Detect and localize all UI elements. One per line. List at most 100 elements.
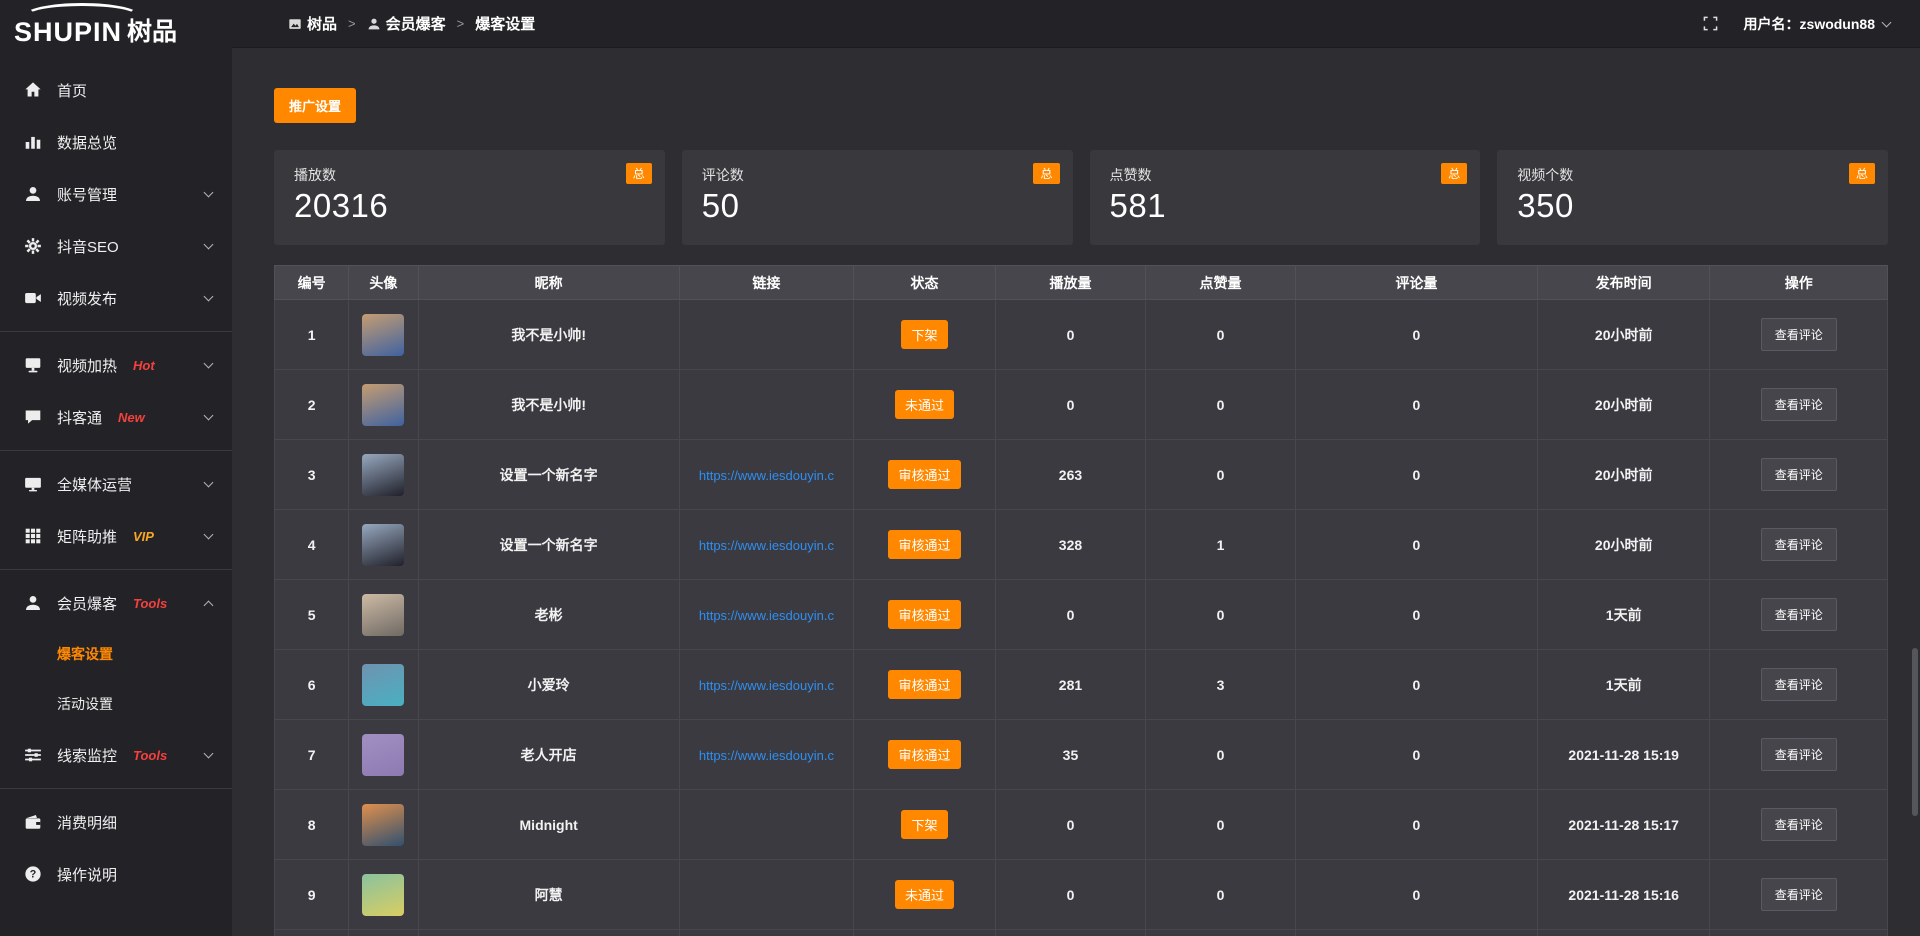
breadcrumb-item-member[interactable]: 会员爆客 (367, 13, 446, 34)
cell-plays: 35 (995, 720, 1145, 790)
avatar (362, 384, 404, 426)
cell-time: 20小时前 (1537, 510, 1710, 580)
sidebar-item-media-operation[interactable]: 全媒体运营 (0, 458, 232, 510)
stat-card-label: 点赞数 (1110, 165, 1461, 185)
promo-settings-button[interactable]: 推广设置 (274, 88, 356, 123)
cell-nickname: 我不是小帅! (418, 300, 679, 370)
sidebar-item-operation-guide[interactable]: ?操作说明 (0, 848, 232, 900)
cell-likes: 1 (1145, 510, 1295, 580)
cell-nickname: 老人开店 (418, 720, 679, 790)
username-display[interactable]: 用户名：zswodun88 (1744, 14, 1875, 34)
status-badge[interactable]: 审核通过 (888, 670, 960, 699)
cell-avatar (349, 720, 418, 790)
sidebar-divider (0, 331, 232, 332)
status-badge[interactable]: 未通过 (895, 880, 954, 909)
cell-status: 审核通过 (854, 510, 996, 580)
app-logo: SHUPIN 树品 (0, 0, 232, 50)
breadcrumb-item-shupin[interactable]: 树品 (288, 13, 337, 34)
cell-action: 查看评论 (1710, 650, 1888, 720)
sidebar-item-account-manage[interactable]: 账号管理 (0, 168, 232, 220)
stat-card-value: 581 (1110, 187, 1461, 225)
table-row: 7老人开店https://www.iesdouyin.c审核通过35002021… (275, 720, 1888, 790)
sidebar-item-label: 会员爆客 (57, 593, 117, 614)
view-comments-button[interactable]: 查看评论 (1761, 878, 1837, 911)
sidebar-item-label: 账号管理 (57, 184, 117, 205)
view-comments-button[interactable]: 查看评论 (1761, 528, 1837, 561)
cell-action: 查看评论 (1710, 300, 1888, 370)
sidebar-item-consume-detail[interactable]: 消费明细 (0, 796, 232, 848)
sidebar: SHUPIN 树品 首页数据总览账号管理抖音SEO 视频发布视频加热Hot抖客通N… (0, 0, 232, 936)
svg-text:?: ? (30, 869, 37, 881)
stat-card-3: 点赞数581总 (1090, 150, 1481, 245)
stat-card-value: 50 (702, 187, 1053, 225)
table-header-row: 编号头像昵称链接状态播放量点赞量评论量发布时间操作 (275, 266, 1888, 300)
column-header: 播放量 (995, 266, 1145, 300)
view-comments-button[interactable]: 查看评论 (1761, 668, 1837, 701)
breadcrumb-label: 树品 (307, 13, 337, 34)
chevron-down-icon[interactable] (1882, 17, 1892, 27)
cell-comments: 0 (1295, 440, 1537, 510)
cell-link (679, 370, 853, 440)
sidebar-item-douketong[interactable]: 抖客通New (0, 391, 232, 443)
cell-plays: 0 (995, 370, 1145, 440)
status-badge[interactable]: 审核通过 (888, 600, 960, 629)
stat-card-4: 视频个数350总 (1497, 150, 1888, 245)
scrollbar-thumb[interactable] (1912, 648, 1918, 816)
sidebar-item-video-heat[interactable]: 视频加热Hot (0, 339, 232, 391)
view-comments-button[interactable]: 查看评论 (1761, 458, 1837, 491)
stat-card-label: 视频个数 (1517, 165, 1868, 185)
video-link[interactable]: https://www.iesdouyin.c (699, 468, 834, 483)
breadcrumb-label: 会员爆客 (386, 13, 446, 34)
sidebar-item-douyin-seo[interactable]: 抖音SEO (0, 220, 232, 272)
status-badge[interactable]: 未通过 (895, 390, 954, 419)
cell-status: 审核通过 (854, 440, 996, 510)
column-header: 链接 (679, 266, 853, 300)
view-comments-button[interactable]: 查看评论 (1761, 598, 1837, 631)
view-comments-button[interactable]: 查看评论 (1761, 388, 1837, 421)
stat-card-1: 播放数20316总 (274, 150, 665, 245)
fullscreen-icon[interactable] (1703, 16, 1718, 31)
sidebar-item-member-baoke[interactable]: 会员爆客 Tools (0, 577, 232, 629)
video-link[interactable]: https://www.iesdouyin.c (699, 678, 834, 693)
status-badge[interactable]: 审核通过 (888, 740, 960, 769)
status-badge[interactable]: 审核通过 (888, 530, 960, 559)
cell-action: 查看评论 (1710, 790, 1888, 860)
sidebar-subitem-baoke-settings[interactable]: 爆客设置 (0, 629, 232, 679)
breadcrumb-item-current: 爆客设置 (475, 13, 535, 34)
status-badge[interactable]: 审核通过 (888, 460, 960, 489)
cell-link (679, 300, 853, 370)
view-comments-button[interactable]: 查看评论 (1761, 318, 1837, 351)
sidebar-subitem-activity-settings[interactable]: 活动设置 (0, 679, 232, 729)
sidebar-item-clue-monitor[interactable]: 线索监控Tools (0, 729, 232, 781)
status-badge[interactable]: 下架 (901, 810, 947, 839)
sidebar-item-label: 矩阵助推 (57, 526, 117, 547)
cell-likes (1145, 930, 1295, 936)
cell-id: 3 (275, 440, 349, 510)
video-link[interactable]: https://www.iesdouyin.c (699, 748, 834, 763)
cell-nickname: 小爱玲 (418, 650, 679, 720)
sidebar-item-home[interactable]: 首页 (0, 64, 232, 116)
cell-action: 查看评论 (1710, 370, 1888, 440)
user-icon (24, 185, 42, 203)
column-header: 点赞量 (1145, 266, 1295, 300)
breadcrumb: 树品 > 会员爆客 > 爆客设置 (288, 13, 535, 34)
sidebar-item-label: 视频发布 (57, 288, 117, 309)
comment-icon (24, 408, 42, 426)
video-link[interactable]: https://www.iesdouyin.c (699, 538, 834, 553)
sidebar-item-badge: Tools (133, 596, 167, 611)
view-comments-button[interactable]: 查看评论 (1761, 738, 1837, 771)
cell-action: 查看评论 (1710, 580, 1888, 650)
view-comments-button[interactable]: 查看评论 (1761, 808, 1837, 841)
cell-comments (1295, 930, 1537, 936)
cell-plays: 281 (995, 650, 1145, 720)
status-badge[interactable]: 下架 (901, 320, 947, 349)
wallet-icon (24, 813, 42, 831)
avatar (362, 664, 404, 706)
display-icon (24, 356, 42, 374)
cell-comments: 0 (1295, 300, 1537, 370)
sidebar-item-data-overview[interactable]: 数据总览 (0, 116, 232, 168)
video-link[interactable]: https://www.iesdouyin.c (699, 608, 834, 623)
sidebar-item-matrix-boost[interactable]: 矩阵助推VIP (0, 510, 232, 562)
column-header: 发布时间 (1537, 266, 1710, 300)
sidebar-item-video-publish[interactable]: 视频发布 (0, 272, 232, 324)
